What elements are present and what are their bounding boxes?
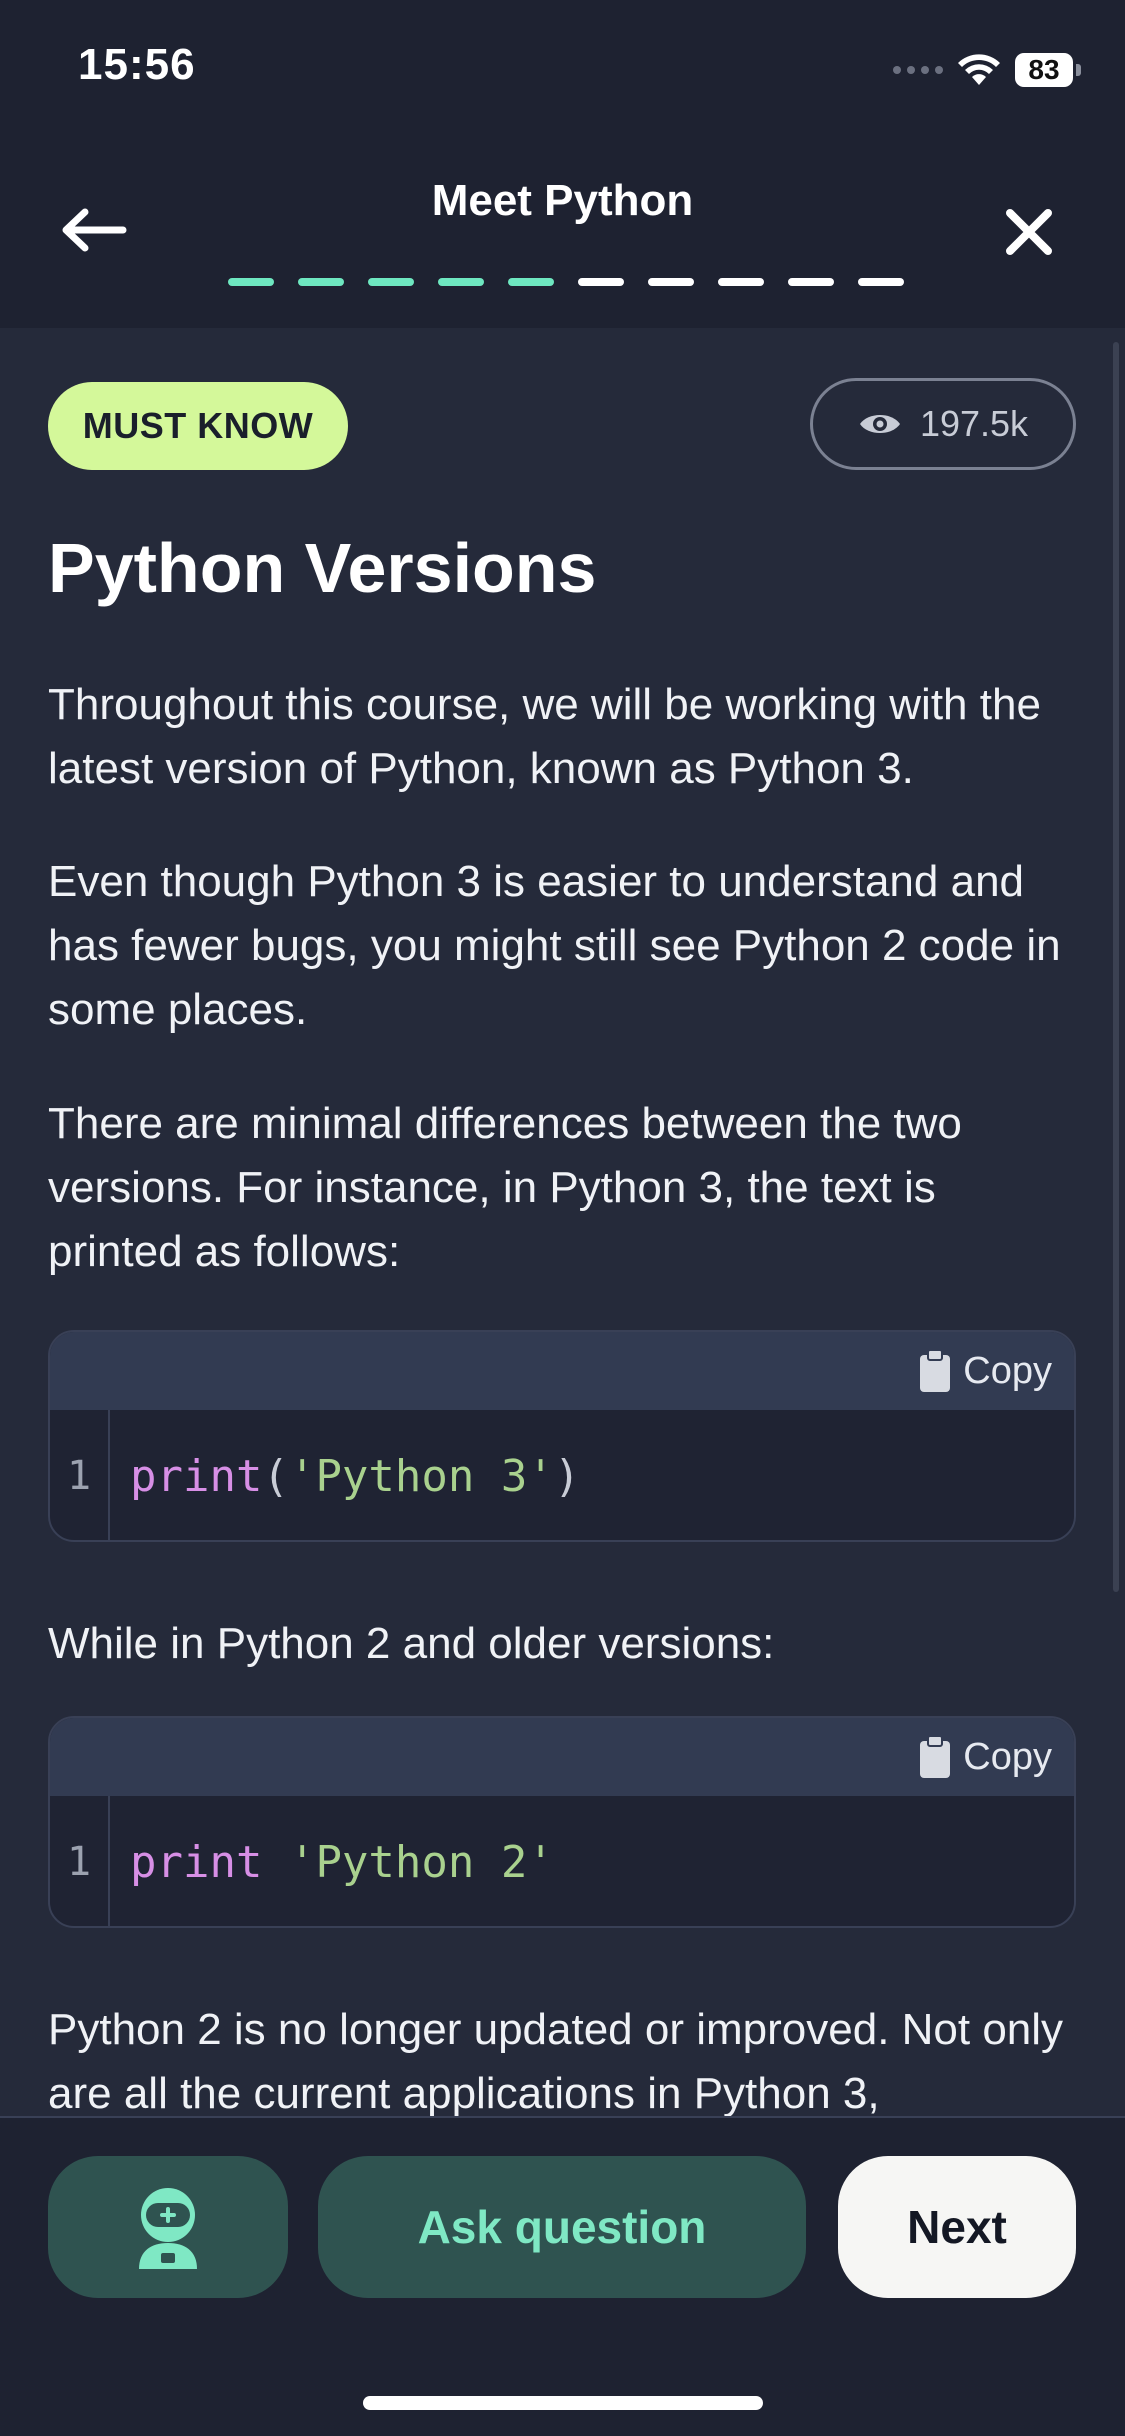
views-count: 197.5k: [810, 378, 1076, 470]
copy-label: Copy: [963, 1735, 1052, 1778]
paragraph: There are minimal differences between th…: [48, 1099, 962, 1276]
paragraph: Python 2 is no longer updated or improve…: [48, 2005, 1064, 2118]
progress-segment: [648, 278, 694, 286]
assistant-button[interactable]: [48, 2156, 288, 2298]
progress-segment: [718, 278, 764, 286]
progress-segment: [298, 278, 344, 286]
lesson-title: Meet Python: [431, 176, 694, 225]
clipboard-icon: [920, 1349, 951, 1392]
progress-segment: [788, 278, 834, 286]
code-keyword: print: [130, 1836, 263, 1888]
status-icons: 83: [893, 48, 1081, 92]
code-line: print 'Python 2': [130, 1796, 554, 1926]
code-punctuation: (: [262, 1450, 289, 1502]
robot-assistant-icon: [139, 2188, 197, 2269]
code-string: 'Python 2': [288, 1836, 554, 1888]
progress-segment: [578, 278, 624, 286]
code-block: Copy 1 print 'Python 2': [48, 1716, 1076, 1928]
next-button[interactable]: Next: [838, 2156, 1076, 2298]
eye-icon: [859, 415, 900, 433]
lesson-heading: Python Versions: [48, 529, 597, 607]
progress-segment: [228, 278, 274, 286]
line-number: 1: [50, 1796, 110, 1926]
wifi-icon: [958, 54, 1000, 85]
progress-segment: [508, 278, 554, 286]
progress-segment: [438, 278, 484, 286]
ask-question-button[interactable]: Ask question: [318, 2156, 806, 2298]
code-block-header: Copy: [50, 1718, 1074, 1796]
line-number: 1: [50, 1410, 110, 1540]
clipboard-icon: [920, 1735, 951, 1778]
code-string: 'Python 3': [288, 1450, 554, 1502]
views-value: 197.5k: [919, 403, 1029, 444]
progress-segment: [858, 278, 904, 286]
paragraph: While in Python 2 and older versions:: [48, 1619, 775, 1668]
code-body: 1 print('Python 3'): [50, 1410, 1074, 1540]
progress-segment: [368, 278, 414, 286]
code-block-header: Copy: [50, 1332, 1074, 1410]
status-time: 15:56: [78, 40, 196, 89]
paragraph: Throughout this course, we will be worki…: [48, 680, 1041, 793]
copy-label: Copy: [963, 1349, 1052, 1392]
code-block: Copy 1 print('Python 3'): [48, 1330, 1076, 1542]
code-keyword: print: [130, 1450, 263, 1502]
home-indicator: [363, 2396, 763, 2410]
must-know-badge: MUST KNOW: [48, 382, 348, 470]
close-button[interactable]: [993, 196, 1065, 268]
code-body: 1 print 'Python 2': [50, 1796, 1074, 1926]
code-line: print('Python 3'): [130, 1410, 581, 1540]
code-punctuation: ): [553, 1450, 581, 1502]
lesson-progress: [228, 278, 904, 286]
paragraph: Even though Python 3 is easier to unders…: [48, 857, 1061, 1034]
copy-button[interactable]: Copy: [919, 1346, 1052, 1396]
battery-icon: 83: [1015, 53, 1081, 87]
battery-level: 83: [1015, 53, 1073, 87]
cellular-signal-icon: [893, 66, 943, 74]
scrollbar[interactable]: [1113, 342, 1119, 1592]
copy-button[interactable]: Copy: [919, 1732, 1052, 1782]
close-icon: [1006, 209, 1052, 255]
